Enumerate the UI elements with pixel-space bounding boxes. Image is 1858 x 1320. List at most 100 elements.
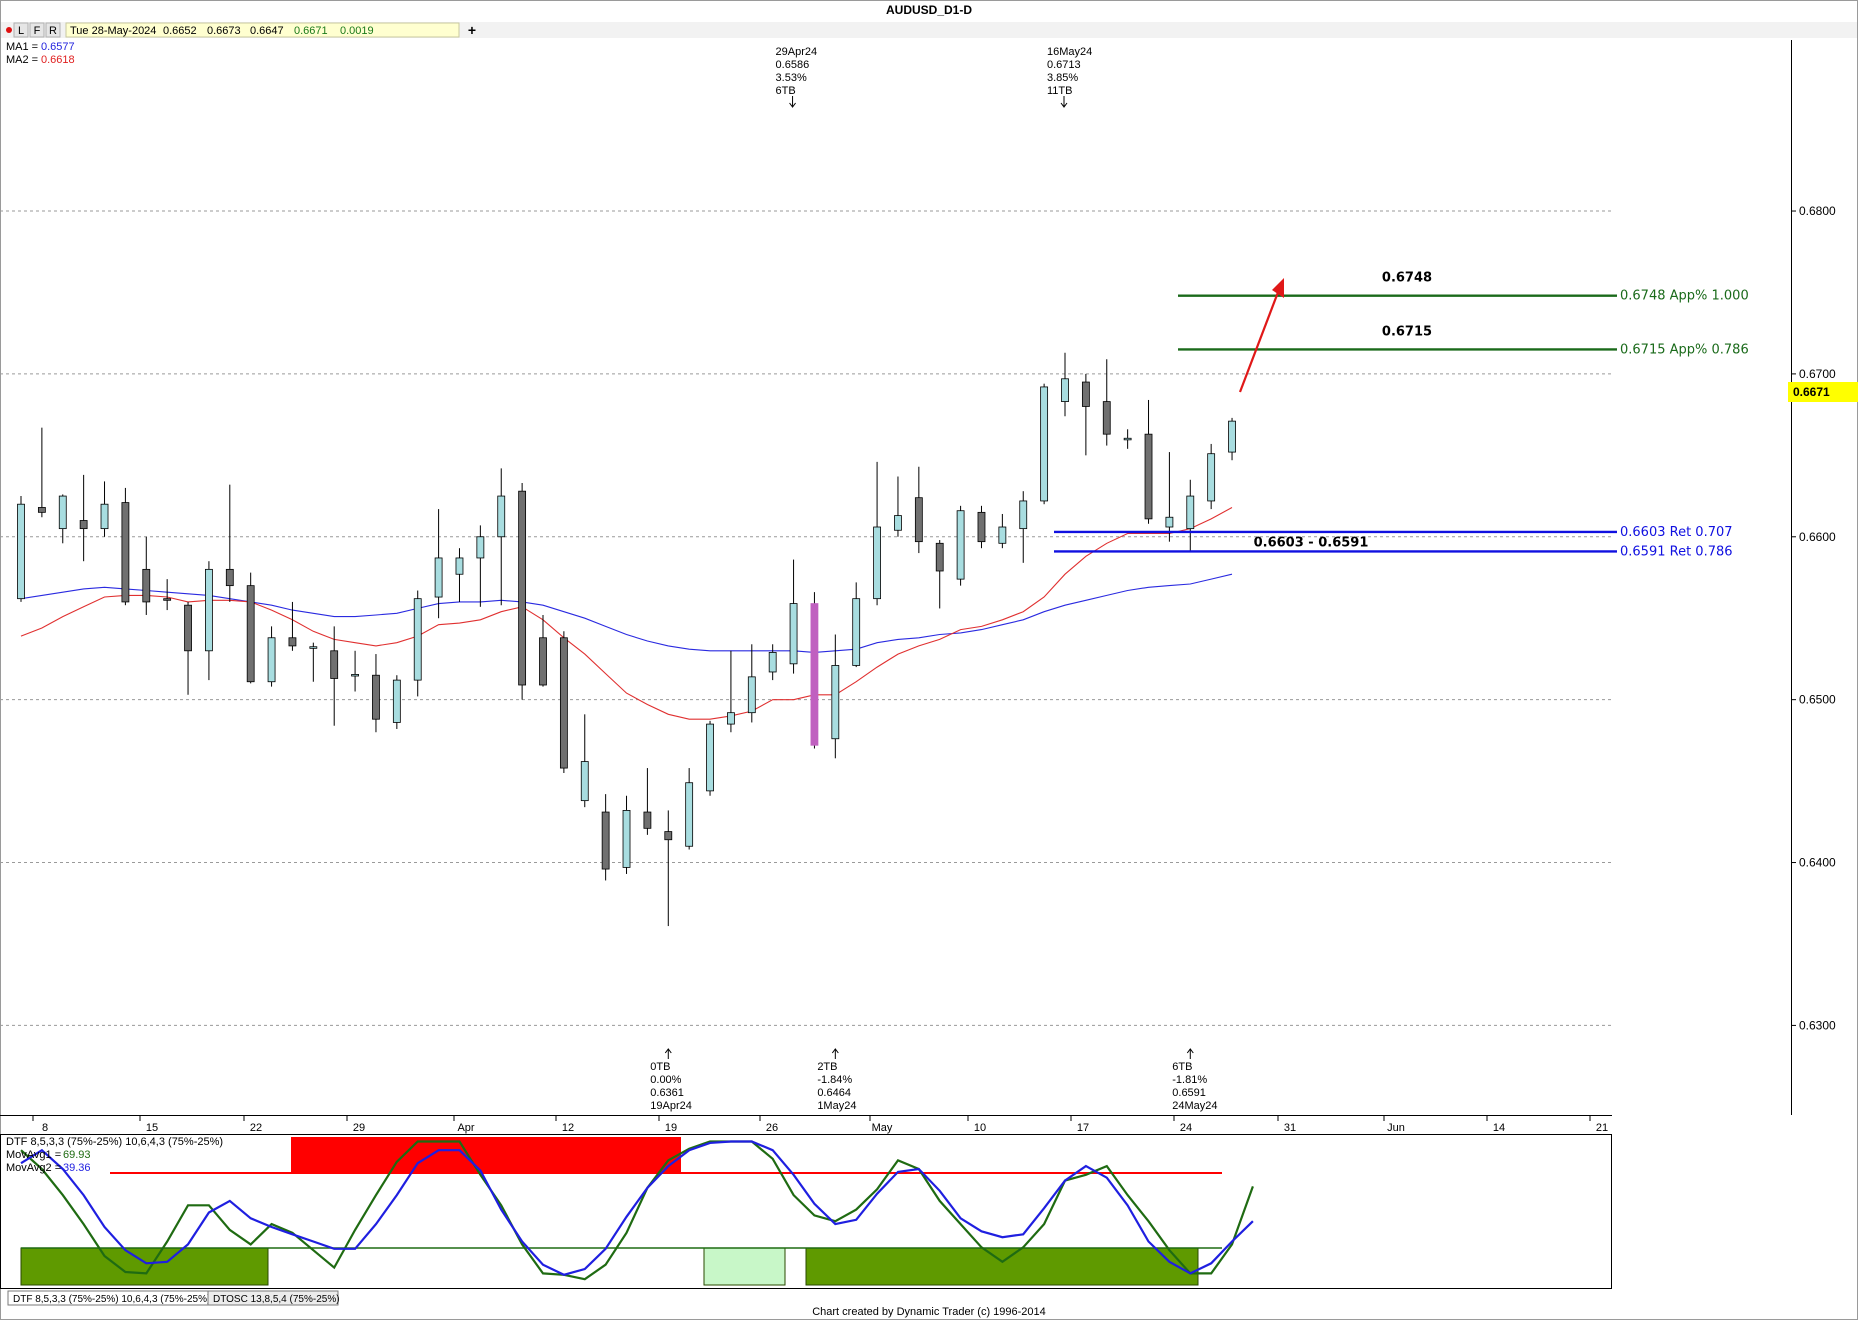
candle-body [852,598,861,666]
candle [372,654,380,733]
candle [246,572,255,684]
ma1-label: MA1 = [6,41,38,53]
candle-body [559,637,568,769]
candle-body [894,515,902,531]
ma1-series [20,573,1233,653]
pivot-annotations: 29Apr240.65863.53%6TB 16May240.67133.85%1… [650,46,1217,1112]
candle-body [539,637,547,686]
candle [1019,491,1028,563]
candle [163,579,172,611]
date-tick-label: 17 [1077,1122,1089,1134]
candle [413,590,422,697]
candle [17,496,25,602]
candle [685,768,694,850]
tab-dtf-label: DTF 8,5,3,3 (75%-25%) 10,6,4,3 (75%-25%) [13,1294,210,1305]
price-tick-label: 0.6300 [1799,1018,1836,1032]
candle [559,631,568,773]
price-tick-label: 0.6800 [1799,204,1836,218]
candle [58,494,67,544]
status-dot-icon [6,27,12,33]
pivot-low-annotation: 0TB0.00%0.636119Apr24 [650,1048,692,1112]
level-callout: 0.6748 [1382,271,1432,286]
candle-body [998,526,1007,544]
mavg1-label: MovAvg1 = [6,1149,61,1161]
candle [1144,399,1153,524]
ma2-line [20,507,1233,720]
candle [727,650,735,733]
candle [789,559,798,674]
candle-body [1165,516,1174,528]
candle-body [1102,401,1111,435]
pivot-text: 6TB [776,85,796,97]
price-axis: 0.6800 0.6700 0.6600 0.6500 0.6400 0.6300 [1791,204,1836,1032]
candle-body [288,637,297,647]
date-tick-label: 26 [766,1122,778,1134]
candle [455,548,464,602]
toolbar-button-f-label: F [34,25,41,37]
price-tick-label: 0.6700 [1799,367,1836,381]
candle-body [747,676,756,714]
candle-body [37,507,46,513]
candle-body [831,665,840,740]
candle-body [163,598,172,601]
candle [810,592,819,749]
candle-body [601,811,610,870]
candle-body [1123,437,1132,441]
candle [956,505,965,586]
tab-dtosc-label: DTOSC 13,8,5,4 (75%-25%) [213,1294,340,1305]
pivot-low-annotation: 6TB-1.81%0.659124May24 [1172,1048,1218,1112]
pivot-text: 11TB [1047,85,1072,97]
indicator-tabs: DTF 8,5,3,3 (75%-25%) 10,6,4,3 (75%-25%)… [7,1290,340,1306]
candle-body [914,497,923,543]
ohlc-high: 0.6673 [207,25,241,37]
candle [894,476,902,537]
candle [37,427,46,518]
candle-body [455,557,464,575]
candle-body [184,604,192,652]
pivot-text: 1May24 [817,1100,856,1112]
level-callout: 0.6715 [1382,324,1432,339]
candle [184,601,192,695]
candle-body [351,674,359,677]
level-label: 0.6715 App% 0.786 [1620,342,1749,357]
pivot-high-annotation: 29Apr240.65863.53%6TB [776,46,818,108]
pivot-text: -1.84% [817,1074,852,1086]
pivot-high-annotation: 16May240.67133.85%11TB [1047,46,1092,108]
date-tick-label: May [872,1122,893,1134]
candle-body [1019,500,1028,530]
pivot-text: 0.6361 [650,1087,684,1099]
ohlc-low: 0.6647 [250,25,284,37]
candle [518,483,527,700]
toolbar-button-r-label: R [49,25,57,37]
candle-body [476,536,485,559]
pivot-text: 0.00% [650,1074,681,1086]
candle-body [580,761,589,802]
pivot-text: 29Apr24 [776,46,818,58]
oscillator-title: DTF 8,5,3,3 (75%-25%) 10,6,4,3 (75%-25%) [6,1136,223,1148]
mavg2-value: 39.36 [63,1162,91,1174]
candle-body [267,637,276,683]
candle [351,650,359,692]
ma2-series [20,507,1233,720]
price-tick-label: 0.6600 [1799,530,1836,544]
candle-body [706,723,714,792]
candle [747,644,756,723]
ohlc-change: 0.0019 [340,25,374,37]
price-levels: 0.6748 App% 1.000 0.6748 0.6715 App% 0.786… [1054,271,1749,559]
projection-arrow-shaft [1238,286,1282,393]
pivot-text: 3.85% [1047,72,1078,84]
date-axis: 8 15 22 29 Apr 12 19 26 May 10 17 24 31 Jun 14 21 [32,1115,1608,1134]
ohlc-date: Tue 28-May-2024 [70,25,156,37]
pivot-text: 3.53% [776,72,807,84]
ma1-line [20,573,1233,653]
candle-body [79,520,88,530]
pivot-low-annotation: 2TB-1.84%0.64641May24 [817,1048,856,1112]
candle-body [497,495,506,538]
candle [768,644,777,681]
level-label: 0.6748 App% 1.000 [1620,289,1749,304]
mavg2-label: MovAvg2 = [6,1162,61,1174]
candle [998,513,1007,549]
add-panel-button[interactable]: + [468,22,476,38]
candle-body [873,526,881,600]
candle-body [1081,381,1090,407]
